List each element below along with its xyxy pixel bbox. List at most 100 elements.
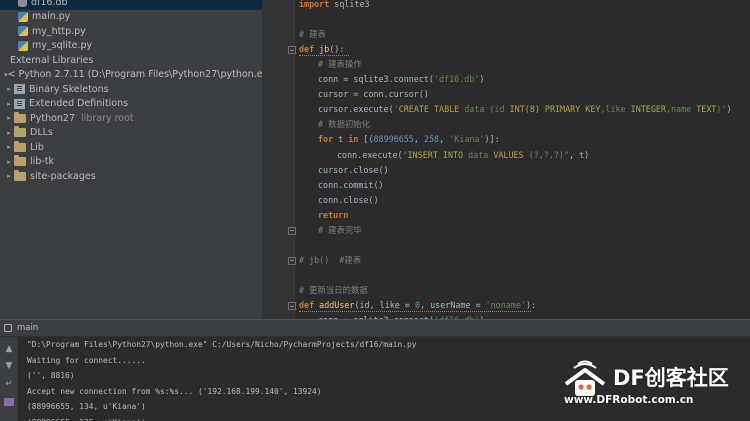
run-toolbar: ▲ ▼ ↵ (0, 337, 18, 421)
tree-item-annotation: library root (81, 112, 134, 124)
console-line: Accept new connection from %s:%s... ('19… (27, 386, 322, 396)
database-file-icon (18, 0, 27, 8)
expand-arrow-icon[interactable]: ▸ (4, 129, 14, 137)
code-line[interactable]: conn = sqlite3.connect('df16.db') (318, 72, 484, 87)
folder-icon (14, 126, 26, 138)
code-token: def (299, 300, 320, 310)
soft-wrap-icon[interactable]: ↵ (3, 378, 15, 390)
expand-arrow-icon[interactable]: ▸ (4, 143, 14, 151)
code-line[interactable]: # 数据初始化 (318, 117, 370, 132)
scroll-up-icon[interactable]: ▲ (3, 343, 15, 355)
code-token: conn.commit() (318, 179, 384, 190)
code-line[interactable]: cursor = conn.cursor() (318, 87, 429, 102)
tree-item[interactable]: ▸ site-packages (0, 169, 262, 184)
code-token: data (463, 149, 494, 160)
library-icon (14, 98, 25, 109)
code-token: # 更新当日的数据 (299, 284, 368, 295)
folder-icon (14, 111, 26, 123)
code-line[interactable]: cursor.close() (318, 163, 389, 178)
tree-item-label: DLLs (30, 127, 53, 139)
code-line[interactable]: # 建表操作 (318, 57, 362, 72)
code-token: cursor.execute( (318, 104, 394, 115)
tree-item[interactable]: ▸ Binary Skeletons (0, 82, 262, 97)
code-token: INTEGER (630, 104, 666, 115)
console-line: (88996655, 134, u'Kiana') (27, 402, 146, 412)
code-token: # 建表操作 (318, 59, 362, 70)
tree-item-label: Lib (30, 141, 44, 153)
tree-item[interactable]: ▸ Extended Definitions (0, 97, 262, 112)
code-line[interactable]: # 更新当日的数据 (299, 283, 368, 298)
folder-icon (14, 169, 26, 181)
code-token: 'df16.db' (433, 74, 480, 85)
code-token: ) (726, 104, 732, 115)
expand-arrow-icon[interactable]: ▸ (4, 158, 14, 166)
code-editor[interactable]: import sqlite3 # 建表 def jb(): # 建表操作 conn = … (262, 0, 750, 319)
console-line: Waiting for connect...... (27, 355, 146, 365)
project-tree-panel: df16.db main.py my_http.py my_sqlite.py Exte… (0, 0, 262, 319)
tree-item-label: df16.db (31, 0, 68, 8)
code-token: # jb() #建表 (299, 254, 362, 265)
dfrobot-watermark: DF创客社区 www.DFRobot.com.cn (562, 356, 748, 412)
code-token: (?,?,?)" (523, 149, 569, 160)
code-line[interactable]: conn.close() (318, 193, 379, 208)
code-token: 258 (423, 134, 440, 145)
run-tab-label[interactable]: main (17, 323, 38, 333)
tree-item[interactable]: my_sqlite.py (0, 39, 262, 54)
code-token: [( (358, 134, 374, 145)
code-token: 'Kiana' (449, 134, 485, 145)
print-icon[interactable] (3, 396, 15, 408)
expand-arrow-icon[interactable]: ▸ (4, 172, 14, 180)
code-token: conn.close() (318, 194, 379, 205)
tree-item[interactable]: ▸ DLLs (0, 126, 262, 141)
tree-item[interactable]: ▸ lib-tk (0, 155, 262, 170)
code-token: # 建表 (299, 29, 326, 40)
tree-item[interactable]: ▸ Lib (0, 140, 262, 155)
python-file-icon (18, 26, 28, 37)
code-line[interactable]: conn.commit() (318, 178, 384, 193)
tree-item[interactable]: my_http.py (0, 24, 262, 39)
tree-item[interactable]: External Libraries (0, 53, 262, 68)
code-token: conn.execute( (337, 149, 403, 160)
code-token: )' (716, 104, 727, 115)
fold-marker-icon[interactable] (288, 256, 296, 265)
scroll-down-icon[interactable]: ▼ (3, 360, 15, 372)
tree-item-label: lib-tk (30, 156, 54, 168)
fold-marker-icon[interactable] (288, 226, 296, 235)
code-token: # 建表完毕 (318, 224, 362, 235)
code-token: TEXT (696, 104, 717, 115)
code-token: 'noname' (485, 300, 526, 310)
run-panel-header: main (0, 319, 750, 337)
code-token: return (318, 209, 349, 220)
library-icon (14, 84, 25, 95)
tree-item-label: my_sqlite.py (32, 40, 93, 52)
code-line[interactable]: conn.execute("INSERT INTO data VALUES (?… (337, 148, 589, 163)
tree-item[interactable]: ▾ < Python 2.7.11 (D:\Program Files\Pytho… (0, 68, 262, 83)
code-token: , (439, 134, 450, 145)
fold-marker-icon[interactable] (288, 46, 296, 55)
code-token: (id, like = (354, 300, 415, 310)
code-line[interactable]: # 建表 (299, 27, 326, 42)
folder-icon (14, 140, 26, 152)
expand-arrow-icon[interactable]: ▸ (4, 85, 14, 93)
tree-item[interactable]: main.py (0, 10, 262, 25)
tree-item[interactable]: ▸ Python27 library root (0, 111, 262, 126)
code-line[interactable]: for t in [(88996655, 258, 'Kiana')]: (318, 132, 500, 147)
code-token: (): (329, 44, 345, 55)
expand-arrow-icon[interactable]: ▸ (4, 100, 14, 108)
python-file-icon (18, 40, 28, 51)
code-line[interactable]: return (318, 208, 348, 223)
expand-arrow-icon[interactable]: ▸ (4, 114, 14, 122)
folder-icon (14, 155, 26, 167)
code-token: CREATE TABLE (398, 104, 460, 115)
code-line[interactable]: # jb() #建表 (299, 253, 361, 268)
tree-item[interactable]: df16.db (0, 0, 262, 10)
fold-marker-icon[interactable] (288, 302, 296, 310)
code-token: in (348, 134, 359, 145)
code-line[interactable]: import sqlite3 (299, 0, 370, 12)
code-line[interactable]: cursor.execute('CREATE TABLE data (id IN… (318, 102, 732, 117)
code-line[interactable]: # 建表完毕 (318, 223, 362, 238)
run-config-icon (4, 324, 12, 332)
code-token: ,like (600, 104, 631, 115)
code-token: , userName = (420, 300, 486, 310)
code-token: INT(8) PRIMARY KEY (509, 104, 601, 115)
